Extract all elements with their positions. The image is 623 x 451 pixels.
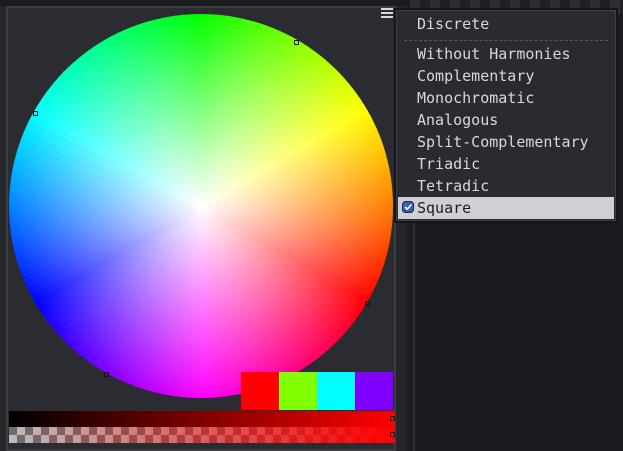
value-slider[interactable] [9,411,395,427]
color-wheel[interactable] [0,0,400,410]
alpha-slider-handle[interactable] [390,432,395,437]
menu-separator [404,40,608,41]
harmony-handle-purple[interactable] [104,372,109,377]
menu-item-monochromatic[interactable]: Monochromatic [398,87,614,109]
menu-item-square[interactable]: Square [398,197,614,219]
harmony-dropdown-menu: Discrete Without Harmonies Complementary… [394,8,618,223]
swatch-cyan[interactable] [317,372,355,410]
value-slider-handle[interactable] [390,416,395,421]
menu-item-tetradic[interactable]: Tetradic [398,175,614,197]
harmony-handle-red[interactable] [365,301,370,306]
checked-radio-icon [402,201,414,213]
menu-item-square-label: Square [417,199,472,217]
menu-item-analogous[interactable]: Analogous [398,109,614,131]
alpha-slider[interactable] [9,427,395,443]
menu-item-discrete[interactable]: Discrete [398,13,614,35]
menu-item-complementary[interactable]: Complementary [398,65,614,87]
menu-item-without-harmonies[interactable]: Without Harmonies [398,43,614,65]
harmony-handle-cyan[interactable] [33,111,38,116]
swatch-red[interactable] [241,372,279,410]
harmony-swatches [241,372,393,410]
swatch-lime[interactable] [279,372,317,410]
app-window: Discrete Without Harmonies Complementary… [0,0,623,451]
harmony-handle-green[interactable] [294,40,299,45]
menu-item-triadic[interactable]: Triadic [398,153,614,175]
saturation-overlay [9,14,393,398]
menu-item-split-complementary[interactable]: Split-Complementary [398,131,614,153]
options-menu-icon[interactable] [381,8,393,20]
swatch-purple[interactable] [355,372,393,410]
